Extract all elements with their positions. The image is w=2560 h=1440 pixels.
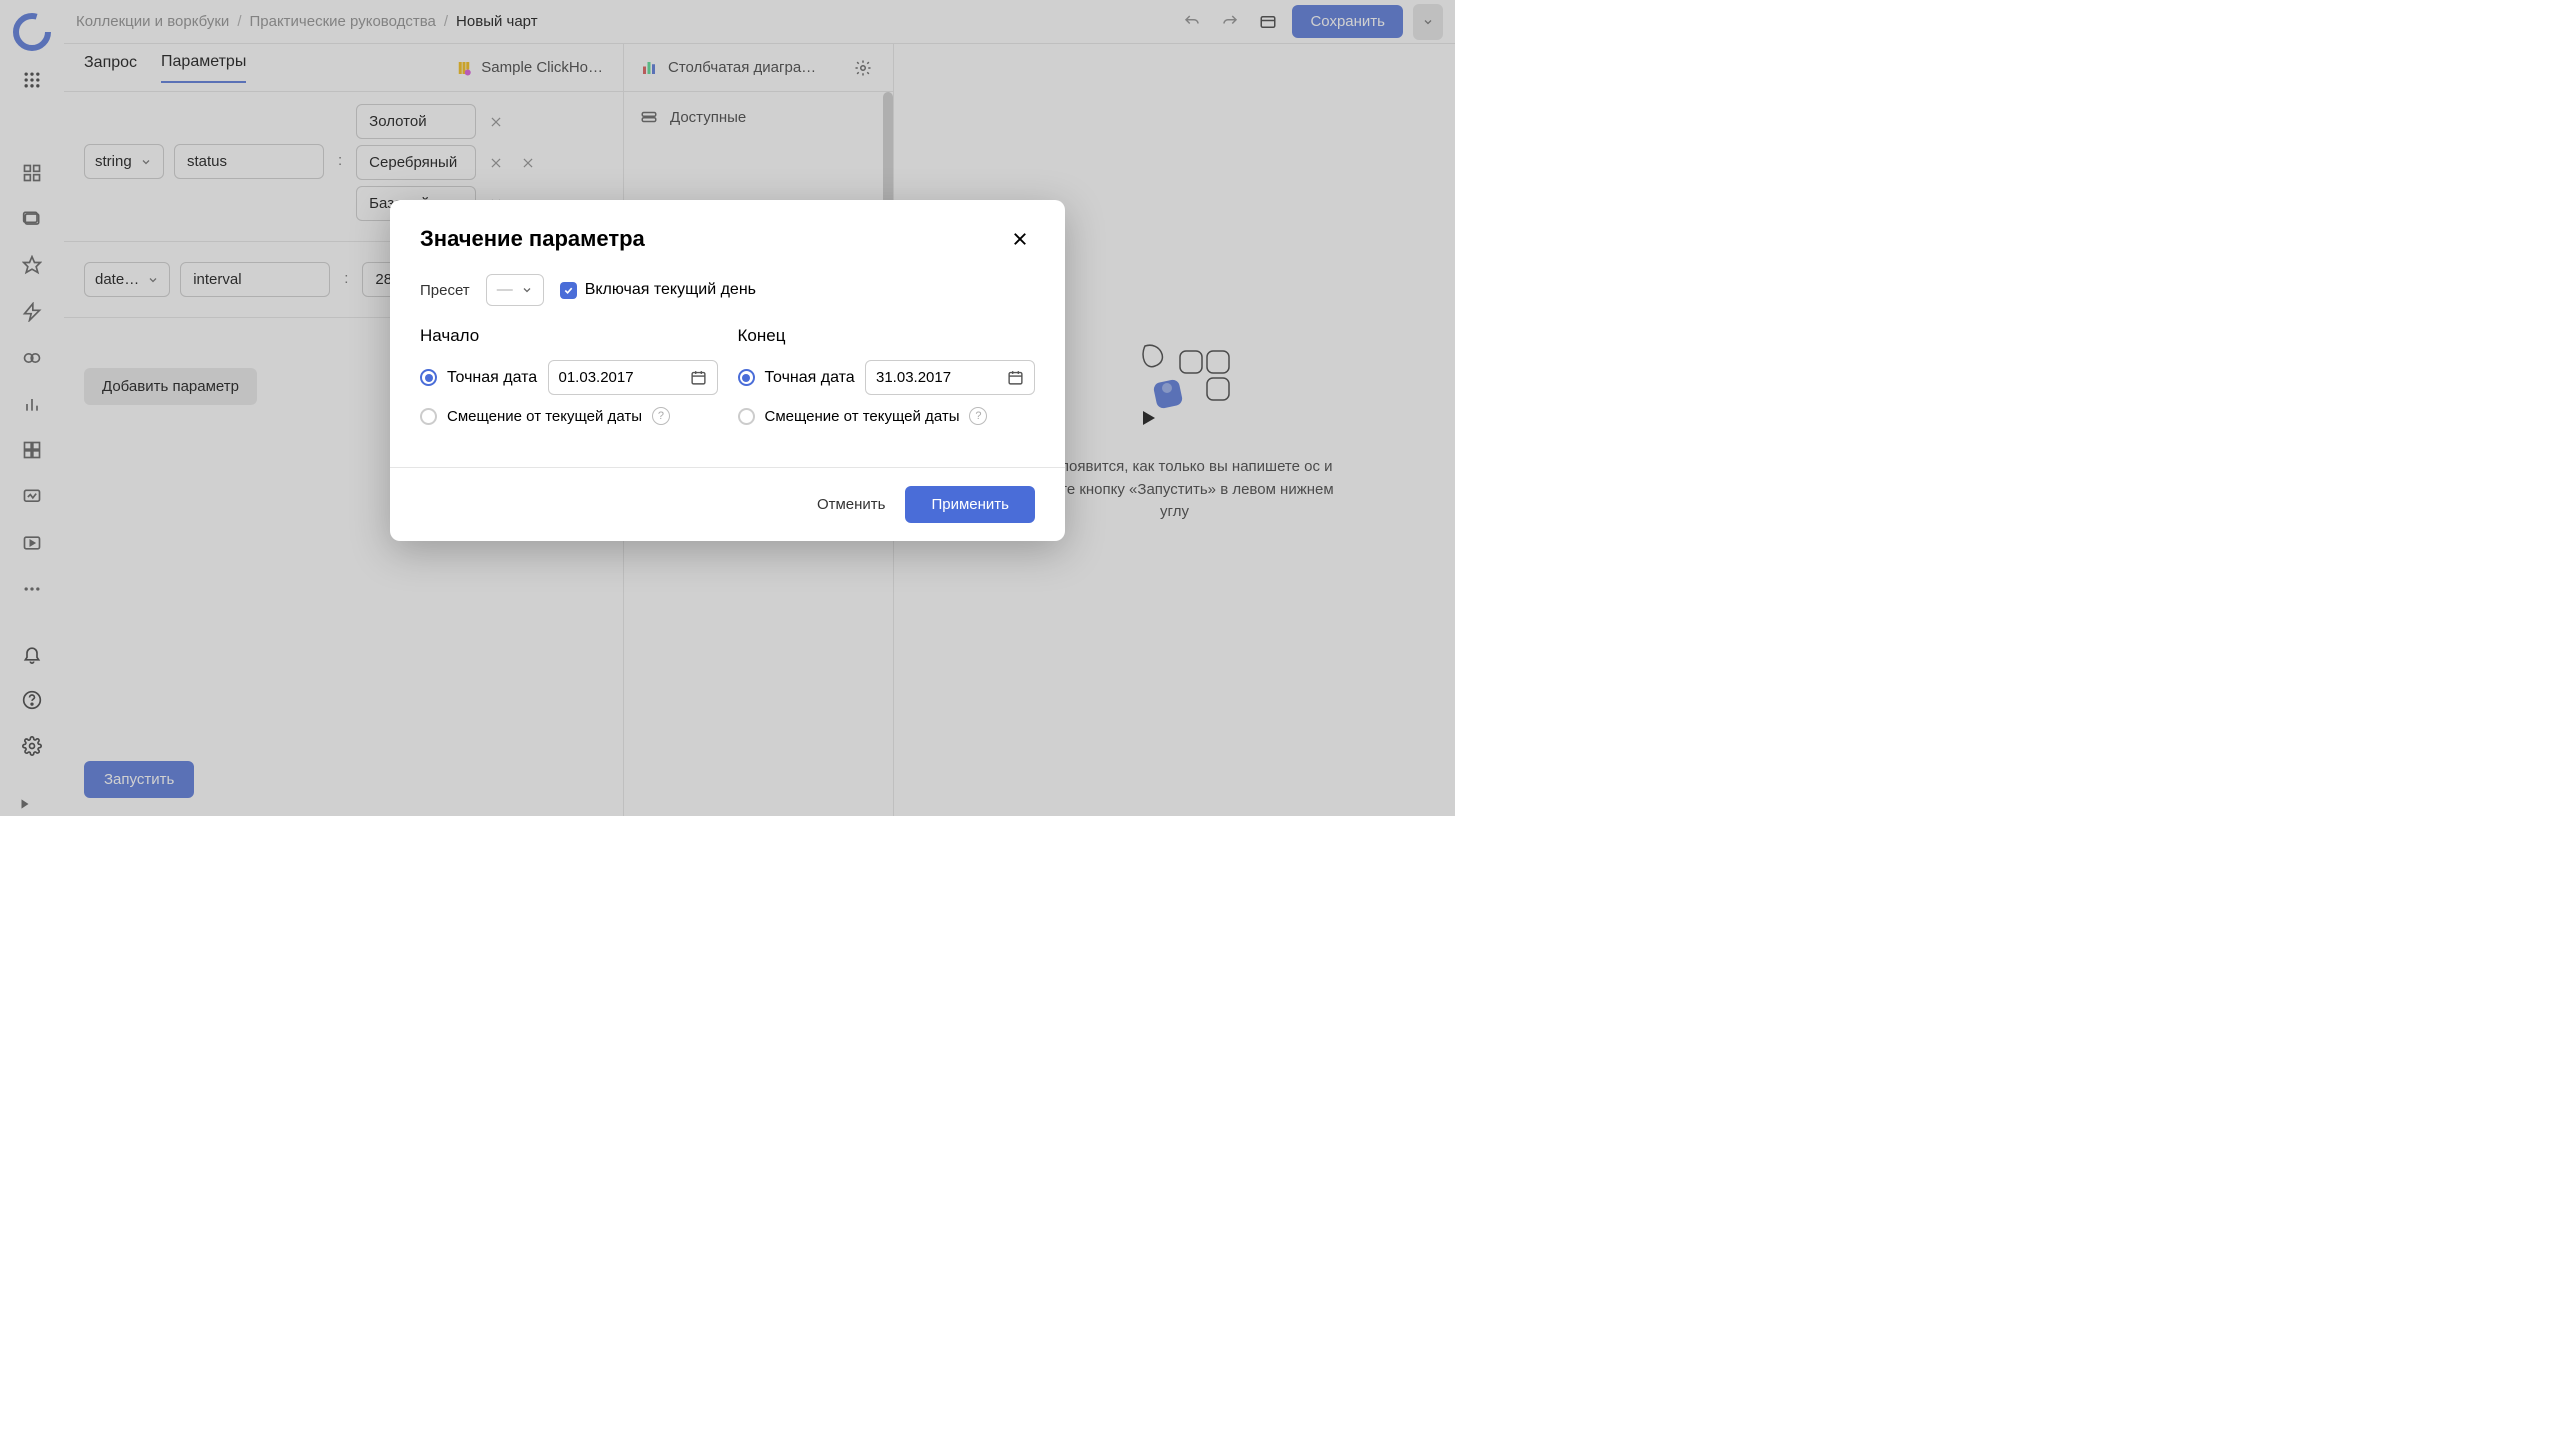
- include-today-checkbox[interactable]: [560, 282, 577, 299]
- start-date-input[interactable]: 01.03.2017: [548, 360, 718, 395]
- start-column: Начало Точная дата 01.03.2017 Смещение о…: [420, 326, 718, 437]
- chevron-down-icon: [521, 284, 533, 296]
- preset-select[interactable]: —: [486, 274, 544, 306]
- close-icon: [1011, 230, 1029, 248]
- end-date-input[interactable]: 31.03.2017: [865, 360, 1035, 395]
- calendar-icon: [1007, 369, 1024, 386]
- preset-label: Пресет: [420, 282, 470, 299]
- help-icon[interactable]: ?: [652, 407, 670, 425]
- end-exact-label: Точная дата: [765, 369, 855, 387]
- modal-close-button[interactable]: [1005, 224, 1035, 254]
- start-offset-radio[interactable]: [420, 408, 437, 425]
- end-column: Конец Точная дата 31.03.2017 Смещение от…: [738, 326, 1036, 437]
- end-offset-label: Смещение от текущей даты: [765, 408, 960, 425]
- start-exact-label: Точная дата: [447, 369, 537, 387]
- apply-button[interactable]: Применить: [905, 486, 1035, 523]
- help-icon[interactable]: ?: [969, 407, 987, 425]
- modal-title: Значение параметра: [420, 226, 645, 252]
- cancel-button[interactable]: Отменить: [817, 496, 886, 513]
- check-icon: [563, 285, 574, 296]
- param-value-modal: Значение параметра Пресет — Включая теку…: [390, 200, 1065, 541]
- start-offset-label: Смещение от текущей даты: [447, 408, 642, 425]
- end-label: Конец: [738, 326, 1036, 346]
- start-date-value: 01.03.2017: [559, 369, 634, 386]
- end-date-value: 31.03.2017: [876, 369, 951, 386]
- calendar-icon: [690, 369, 707, 386]
- start-exact-radio[interactable]: [420, 369, 437, 386]
- include-today-label: Включая текущий день: [585, 281, 756, 299]
- start-label: Начало: [420, 326, 718, 346]
- preset-empty: —: [497, 281, 513, 299]
- end-offset-radio[interactable]: [738, 408, 755, 425]
- end-exact-radio[interactable]: [738, 369, 755, 386]
